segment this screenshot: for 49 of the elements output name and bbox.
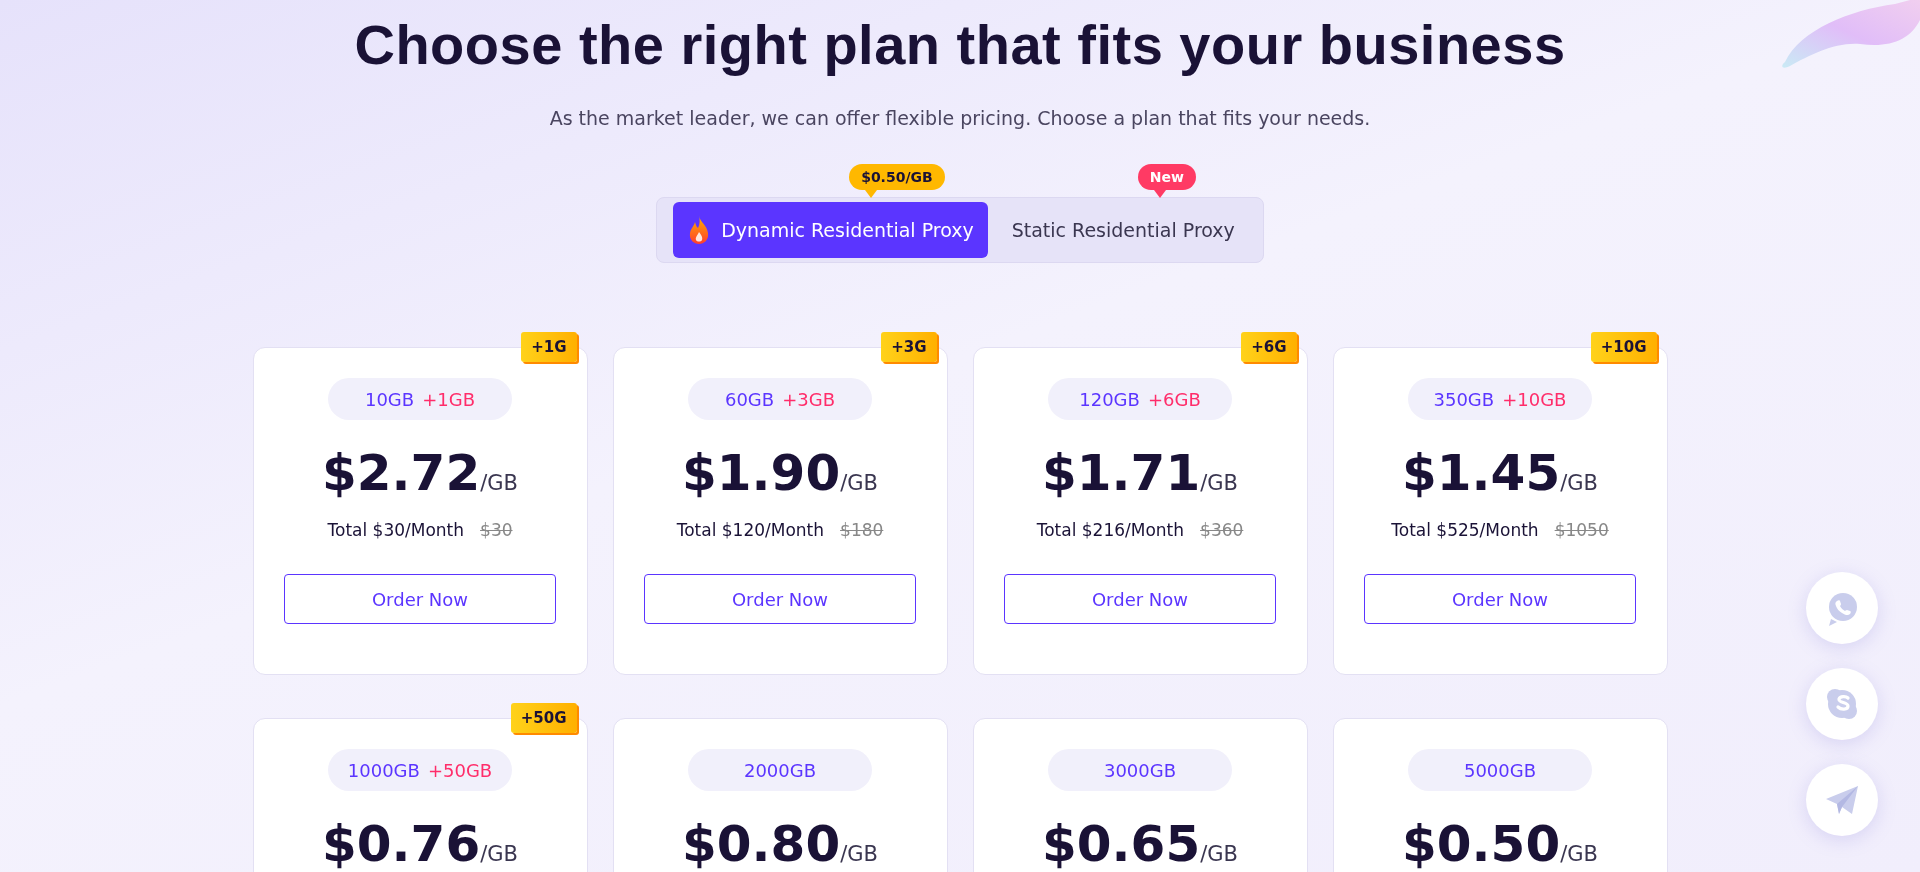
price-amount: $0.80 [682,815,841,872]
bonus-ribbon: +6G [1241,332,1297,362]
price-amount: $0.65 [1042,815,1201,872]
order-button[interactable]: Order Now [284,574,556,624]
price-amount: $0.50 [1402,815,1561,872]
bonus-ribbon: +3G [881,332,937,362]
price-unit: /GB [1200,842,1238,866]
badge-pointer [1153,190,1166,198]
price-amount: $1.90 [682,444,841,502]
monthly-total: Total $120/Month [676,520,825,540]
price-amount: $2.72 [322,444,481,502]
tab-badge: New [1137,164,1196,190]
order-button[interactable]: Order Now [1364,574,1636,624]
original-price: $360 [1200,520,1244,540]
price-unit: /GB [1560,471,1598,495]
price-unit: /GB [480,471,518,495]
price-amount: $0.76 [322,815,481,872]
data-amount: 5000GB [1408,749,1592,791]
bonus-ribbon: +10G [1590,332,1657,362]
original-price: $180 [840,520,884,540]
price-unit: /GB [480,842,518,866]
monthly-total: Total $216/Month [1036,520,1185,540]
monthly-total: Total $30/Month [327,520,465,540]
tab-badge: $0.50/GB [849,164,945,190]
data-amount: 350GB +10GB [1408,378,1592,420]
data-amount: 3000GB [1048,749,1232,791]
price-amount: $1.71 [1042,444,1201,502]
bonus-ribbon: +50G [510,703,577,733]
proxy-tab[interactable]: Dynamic Residential Proxy [673,202,988,258]
order-button[interactable]: Order Now [644,574,916,624]
price-unit: /GB [840,842,878,866]
data-amount: 2000GB [688,749,872,791]
price-unit: /GB [1200,471,1238,495]
data-amount: 1000GB +50GB [328,749,512,791]
page-subheading: As the market leader, we can offer flexible pricing. Choose a plan that fits your needs. [549,107,1371,129]
data-amount: 10GB +1GB [328,378,512,420]
monthly-total: Total $525/Month [1391,520,1539,540]
price-amount: $1.45 [1402,444,1561,502]
price-unit: /GB [1560,842,1598,866]
bonus-ribbon: +1G [521,332,577,362]
badge-pointer [865,190,878,198]
original-price: $1050 [1554,520,1609,540]
data-amount: 60GB +3GB [688,378,872,420]
price-unit: /GB [840,471,878,495]
proxy-tab[interactable]: Static Residential Proxy [997,202,1249,258]
page-heading: Choose the right plan that fits your business [354,12,1566,77]
data-amount: 120GB +6GB [1048,378,1232,420]
original-price: $30 [480,520,513,540]
order-button[interactable]: Order Now [1004,574,1276,624]
